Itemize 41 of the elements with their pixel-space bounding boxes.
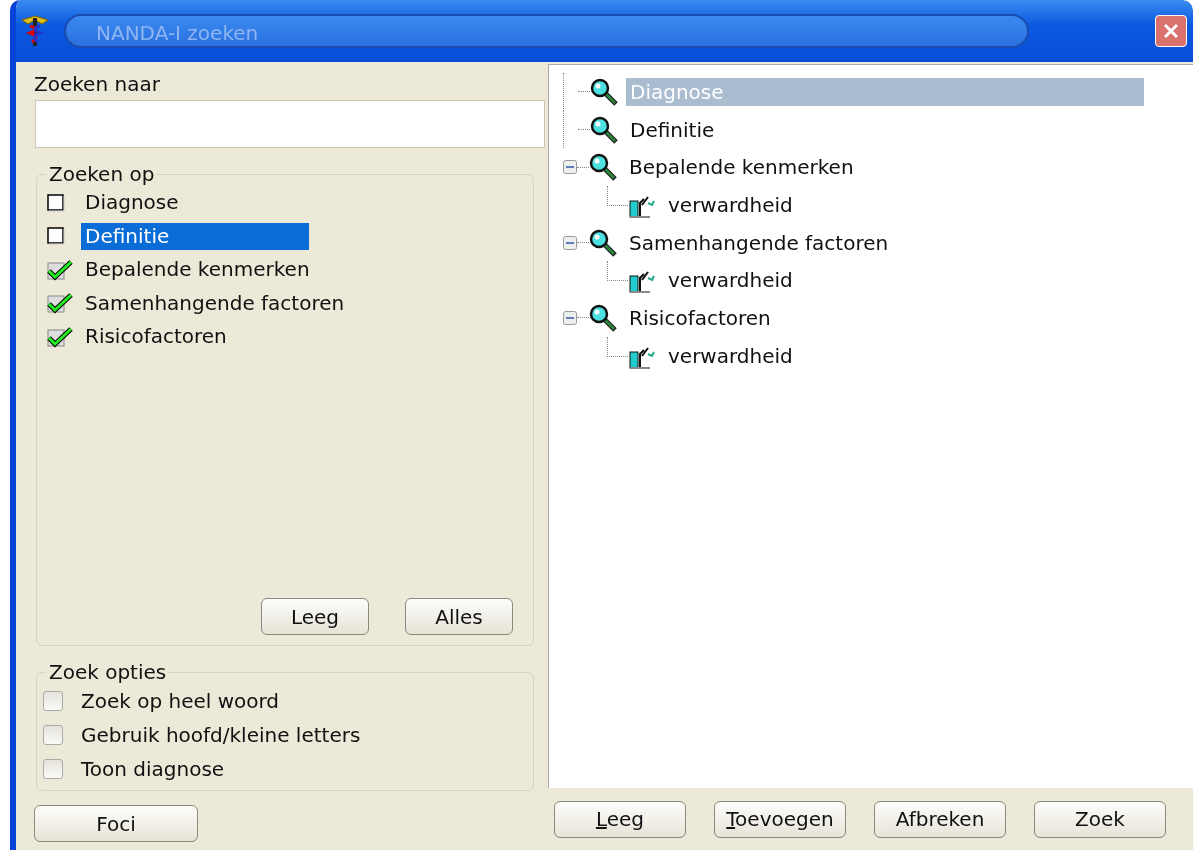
- caduceus-icon: [20, 14, 50, 48]
- action-button[interactable]: Toevoegen: [714, 800, 846, 838]
- option-label[interactable]: Samenhangende factoren: [81, 289, 351, 317]
- magnifier-icon: [590, 77, 618, 106]
- tree-item[interactable]: Bepalende kenmerken: [625, 153, 864, 182]
- option-label: Gebruik hoofd/kleine letters: [81, 723, 361, 747]
- close-icon: [1161, 21, 1181, 41]
- close-button[interactable]: [1155, 15, 1187, 47]
- tree-item[interactable]: verwardheid: [664, 341, 803, 370]
- option-label[interactable]: Risicofactoren: [81, 323, 233, 351]
- tree-item[interactable]: verwardheid: [664, 266, 803, 295]
- magnifier-icon: [589, 228, 617, 257]
- foci-button[interactable]: Foci: [34, 805, 198, 842]
- search-label: Zoeken naar: [34, 71, 161, 98]
- option-label[interactable]: Diagnose: [81, 189, 185, 217]
- action-button[interactable]: Afbreken: [874, 800, 1006, 838]
- option-label: Zoek op heel woord: [81, 689, 280, 713]
- checkbox[interactable]: [43, 759, 63, 779]
- tree-item[interactable]: Samenhangende factoren: [625, 228, 899, 257]
- tree-item[interactable]: Definitie: [626, 115, 725, 144]
- action-button[interactable]: Leeg: [554, 800, 686, 838]
- search-field[interactable]: [35, 100, 545, 148]
- option-label[interactable]: Bepalende kenmerken: [81, 256, 316, 284]
- magnifier-icon: [589, 153, 617, 182]
- group-title: Zoeken op: [48, 162, 156, 186]
- magnifier-icon: [589, 303, 617, 332]
- collapse-icon[interactable]: [563, 160, 577, 175]
- collapse-icon[interactable]: [563, 235, 577, 250]
- group-button[interactable]: Alles: [405, 598, 513, 635]
- tree-item[interactable]: Risicofactoren: [625, 303, 781, 332]
- action-button[interactable]: Zoek: [1034, 800, 1166, 838]
- magnifier-icon: [590, 115, 618, 144]
- tree-item[interactable]: verwardheid: [664, 190, 803, 219]
- checkbox[interactable]: [43, 725, 63, 745]
- group-button[interactable]: Leeg: [261, 598, 369, 635]
- collapse-icon[interactable]: [563, 310, 577, 325]
- checkbox[interactable]: [43, 691, 63, 711]
- window-title: NANDA-I zoeken: [64, 14, 1029, 48]
- group-title: Zoek opties: [48, 660, 168, 684]
- option-label[interactable]: Definitie: [81, 222, 309, 250]
- option-label: Toon diagnose: [81, 757, 225, 781]
